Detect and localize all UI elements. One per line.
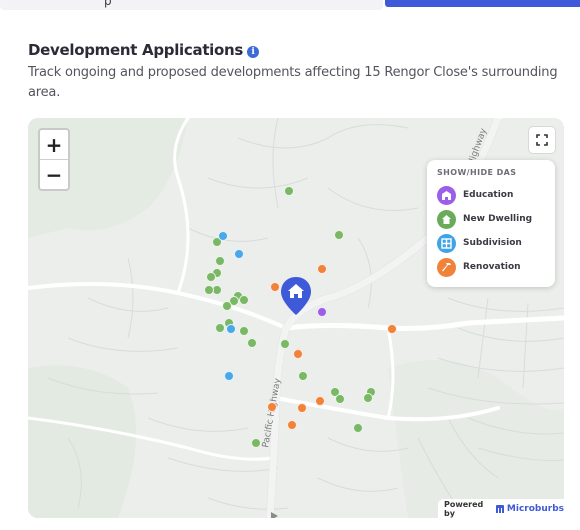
development-marker[interactable] <box>222 301 232 311</box>
section-description: Track ongoing and proposed developments … <box>28 65 558 100</box>
attribution[interactable]: Powered by Microburbs <box>438 499 564 518</box>
development-marker[interactable] <box>224 371 234 381</box>
top-strip: p <box>0 0 580 10</box>
zoom-control: + − <box>38 128 70 191</box>
development-marker[interactable] <box>317 264 327 274</box>
powered-by-label: Powered by <box>444 499 484 518</box>
brand-name: Microburbs <box>506 503 564 514</box>
legend-label: Education <box>463 190 514 200</box>
legend-label: Renovation <box>463 262 521 272</box>
development-marker[interactable] <box>239 326 249 336</box>
development-marker[interactable] <box>204 285 214 295</box>
development-marker[interactable] <box>298 371 308 381</box>
development-marker[interactable] <box>206 272 216 282</box>
development-marker[interactable] <box>297 403 307 413</box>
brand-logo: Microburbs <box>495 504 564 514</box>
legend-item-education[interactable]: Education <box>437 183 545 207</box>
legend-panel: SHOW/HIDE DAS Education New Dwelling Sub… <box>427 160 555 287</box>
legend-item-renovation[interactable]: Renovation <box>437 255 545 279</box>
development-marker[interactable] <box>353 423 363 433</box>
development-marker[interactable] <box>335 394 345 404</box>
hammer-icon <box>437 257 456 277</box>
legend-label: Subdivision <box>463 238 522 248</box>
development-marker[interactable] <box>334 230 344 240</box>
development-marker[interactable] <box>280 339 290 349</box>
legend-label: New Dwelling <box>463 214 533 224</box>
zoom-out-button[interactable]: − <box>40 160 68 189</box>
section-title: Development Applications <box>28 41 244 59</box>
development-marker[interactable] <box>234 249 244 259</box>
development-marker[interactable] <box>215 323 225 333</box>
development-marker[interactable] <box>315 396 325 406</box>
expand-icon <box>536 134 548 146</box>
legend-title: SHOW/HIDE DAS <box>437 168 517 177</box>
development-marker[interactable] <box>387 324 397 334</box>
development-marker[interactable] <box>239 295 249 305</box>
legend-item-new-dwelling[interactable]: New Dwelling <box>437 207 545 231</box>
house-icon <box>437 209 456 229</box>
search-input[interactable]: p <box>0 0 383 10</box>
legend-item-subdivision[interactable]: Subdivision <box>437 231 545 255</box>
development-marker[interactable] <box>215 256 225 266</box>
property-pin[interactable] <box>280 276 312 316</box>
zoom-in-button[interactable]: + <box>40 130 68 160</box>
search-input-text: p <box>104 0 112 8</box>
development-marker[interactable] <box>317 307 327 317</box>
development-marker[interactable] <box>247 338 257 348</box>
development-marker[interactable] <box>218 231 228 241</box>
school-icon <box>437 185 456 205</box>
section-heading: Development Applications i <box>28 41 260 59</box>
development-marker[interactable] <box>287 420 297 430</box>
fullscreen-button[interactable] <box>528 126 556 154</box>
development-map[interactable]: Highway Pacific Highway + − SHOW/HIDE DA… <box>28 118 564 518</box>
search-button[interactable] <box>385 0 580 7</box>
development-marker[interactable] <box>270 282 280 292</box>
development-marker[interactable] <box>293 349 303 359</box>
info-icon[interactable]: i <box>247 45 260 58</box>
development-marker[interactable] <box>284 186 294 196</box>
development-marker[interactable] <box>363 393 373 403</box>
microburbs-logo-icon <box>495 504 504 513</box>
development-marker[interactable] <box>226 324 236 334</box>
development-marker[interactable] <box>251 438 261 448</box>
development-marker[interactable] <box>267 402 277 412</box>
grid-icon <box>437 233 456 253</box>
